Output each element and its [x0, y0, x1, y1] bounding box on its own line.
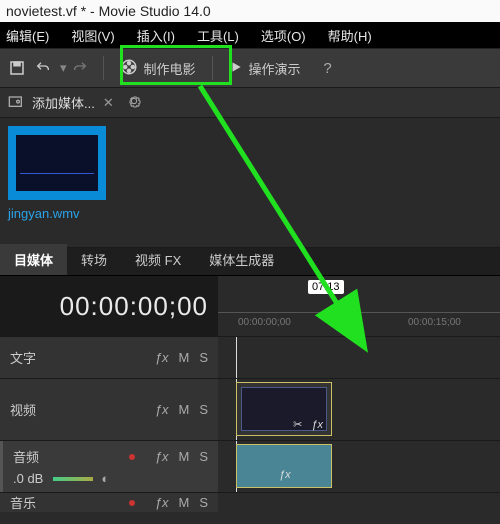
track-solo-button[interactable]: S: [199, 350, 208, 365]
undo-dropdown-icon[interactable]: ▾: [60, 60, 67, 76]
track-fx-button[interactable]: ƒx: [155, 350, 169, 365]
ruler-tick-label: 00:00:15;00: [408, 317, 461, 328]
tab-project-media[interactable]: 目媒体: [0, 244, 67, 275]
menu-view[interactable]: 视图(V): [71, 26, 114, 45]
media-pane: jingyan.wmv: [0, 118, 500, 248]
track-header[interactable]: 音乐 ƒx M S: [0, 493, 218, 512]
track-video: 视频 ƒx M S ✂ ƒx: [0, 378, 500, 440]
menu-tools[interactable]: 工具(L): [197, 26, 239, 45]
track-fx-button[interactable]: ƒx: [155, 449, 169, 464]
menu-edit[interactable]: 编辑(E): [6, 26, 49, 45]
timeline-ruler[interactable]: 00:00:00;00 00:00:15;00: [218, 312, 500, 328]
video-clip[interactable]: ✂ ƒx: [236, 382, 332, 436]
ruler-tick-label: 00:00:00;00: [238, 317, 291, 328]
tab-transitions[interactable]: 转场: [67, 244, 121, 275]
track-fx-button[interactable]: ƒx: [155, 402, 169, 417]
track-label: 视频: [10, 400, 36, 419]
menu-options[interactable]: 选项(O): [261, 26, 306, 45]
track-label: 文字: [10, 348, 36, 367]
track-body[interactable]: [218, 337, 500, 378]
toolbar-separator: [212, 56, 213, 80]
make-movie-label: 制作电影: [144, 59, 196, 78]
clip-fx-icon[interactable]: ƒx: [279, 469, 291, 481]
media-thumbnail-label: jingyan.wmv: [8, 206, 492, 221]
track-body[interactable]: [218, 493, 500, 512]
playhead[interactable]: [236, 337, 237, 378]
track-label: 音乐: [10, 493, 36, 512]
help-icon[interactable]: ?: [317, 57, 339, 79]
volume-meter: [53, 477, 93, 481]
media-subbar: 添加媒体... ✕: [0, 88, 500, 118]
track-label: 音频: [13, 447, 39, 466]
toolbar-separator: [103, 56, 104, 80]
demo-label: 操作演示: [249, 59, 301, 78]
media-thumbnail[interactable]: [8, 126, 106, 200]
title-bar: novietest.vf * - Movie Studio 14.0: [0, 0, 500, 22]
crop-icon[interactable]: ✂: [293, 419, 302, 431]
track-solo-button[interactable]: S: [199, 449, 208, 464]
toolbar: ▾ 制作电影 操作演示 ?: [0, 48, 500, 88]
track-audio: 音频 ƒx M S .0 dB ◐ ƒx: [0, 440, 500, 492]
track-mute-button[interactable]: M: [178, 402, 189, 417]
track-solo-button[interactable]: S: [199, 402, 208, 417]
play-icon: [229, 60, 243, 77]
track-body[interactable]: ✂ ƒx: [218, 379, 500, 440]
menu-bar: 编辑(E) 视图(V) 插入(I) 工具(L) 选项(O) 帮助(H): [0, 22, 500, 48]
window-title: novietest.vf * - Movie Studio 14.0: [6, 3, 211, 19]
menu-help[interactable]: 帮助(H): [328, 26, 372, 45]
track-text: 文字 ƒx M S: [0, 336, 500, 378]
redo-icon[interactable]: [69, 57, 91, 79]
record-icon[interactable]: [129, 454, 135, 460]
timeline-marker[interactable]: 07:13: [308, 280, 344, 294]
track-mute-button[interactable]: M: [178, 495, 189, 510]
save-icon[interactable]: [6, 57, 28, 79]
record-icon[interactable]: [129, 500, 135, 506]
volume-label[interactable]: .0 dB: [13, 471, 43, 486]
track-mute-button[interactable]: M: [178, 449, 189, 464]
track-fx-button[interactable]: ƒx: [155, 495, 169, 510]
ruler-area[interactable]: 07:13 00:00:00;00 00:00:15;00: [218, 276, 500, 336]
track-mute-button[interactable]: M: [178, 350, 189, 365]
track-header[interactable]: 文字 ƒx M S: [0, 337, 218, 378]
track-solo-button[interactable]: S: [199, 495, 208, 510]
track-header[interactable]: 音频 ƒx M S .0 dB ◐: [0, 441, 218, 492]
timecode-row: 00:00:00;00 07:13 00:00:00;00 00:00:15;0…: [0, 276, 500, 336]
pan-icon[interactable]: ◐: [101, 471, 109, 486]
clip-fx-icon[interactable]: ƒx: [311, 419, 323, 431]
film-reel-icon: [120, 58, 138, 79]
close-icon[interactable]: ✕: [103, 95, 114, 111]
timecode-display[interactable]: 00:00:00;00: [0, 276, 218, 336]
add-media-icon: [8, 94, 26, 111]
panel-tabs: 目媒体 转场 视频 FX 媒体生成器: [0, 248, 500, 276]
menu-insert[interactable]: 插入(I): [137, 26, 175, 45]
track-music: 音乐 ƒx M S: [0, 492, 500, 512]
tab-video-fx[interactable]: 视频 FX: [121, 244, 195, 275]
demo-button[interactable]: 操作演示: [221, 55, 309, 82]
add-media-button[interactable]: 添加媒体...: [32, 93, 95, 112]
gear-icon[interactable]: [126, 93, 142, 112]
tab-media-generators[interactable]: 媒体生成器: [195, 244, 288, 275]
undo-icon[interactable]: [32, 57, 54, 79]
track-header[interactable]: 视频 ƒx M S: [0, 379, 218, 440]
audio-clip[interactable]: ƒx: [236, 444, 332, 488]
make-movie-button[interactable]: 制作电影: [112, 54, 204, 83]
track-body[interactable]: ƒx: [218, 441, 500, 492]
